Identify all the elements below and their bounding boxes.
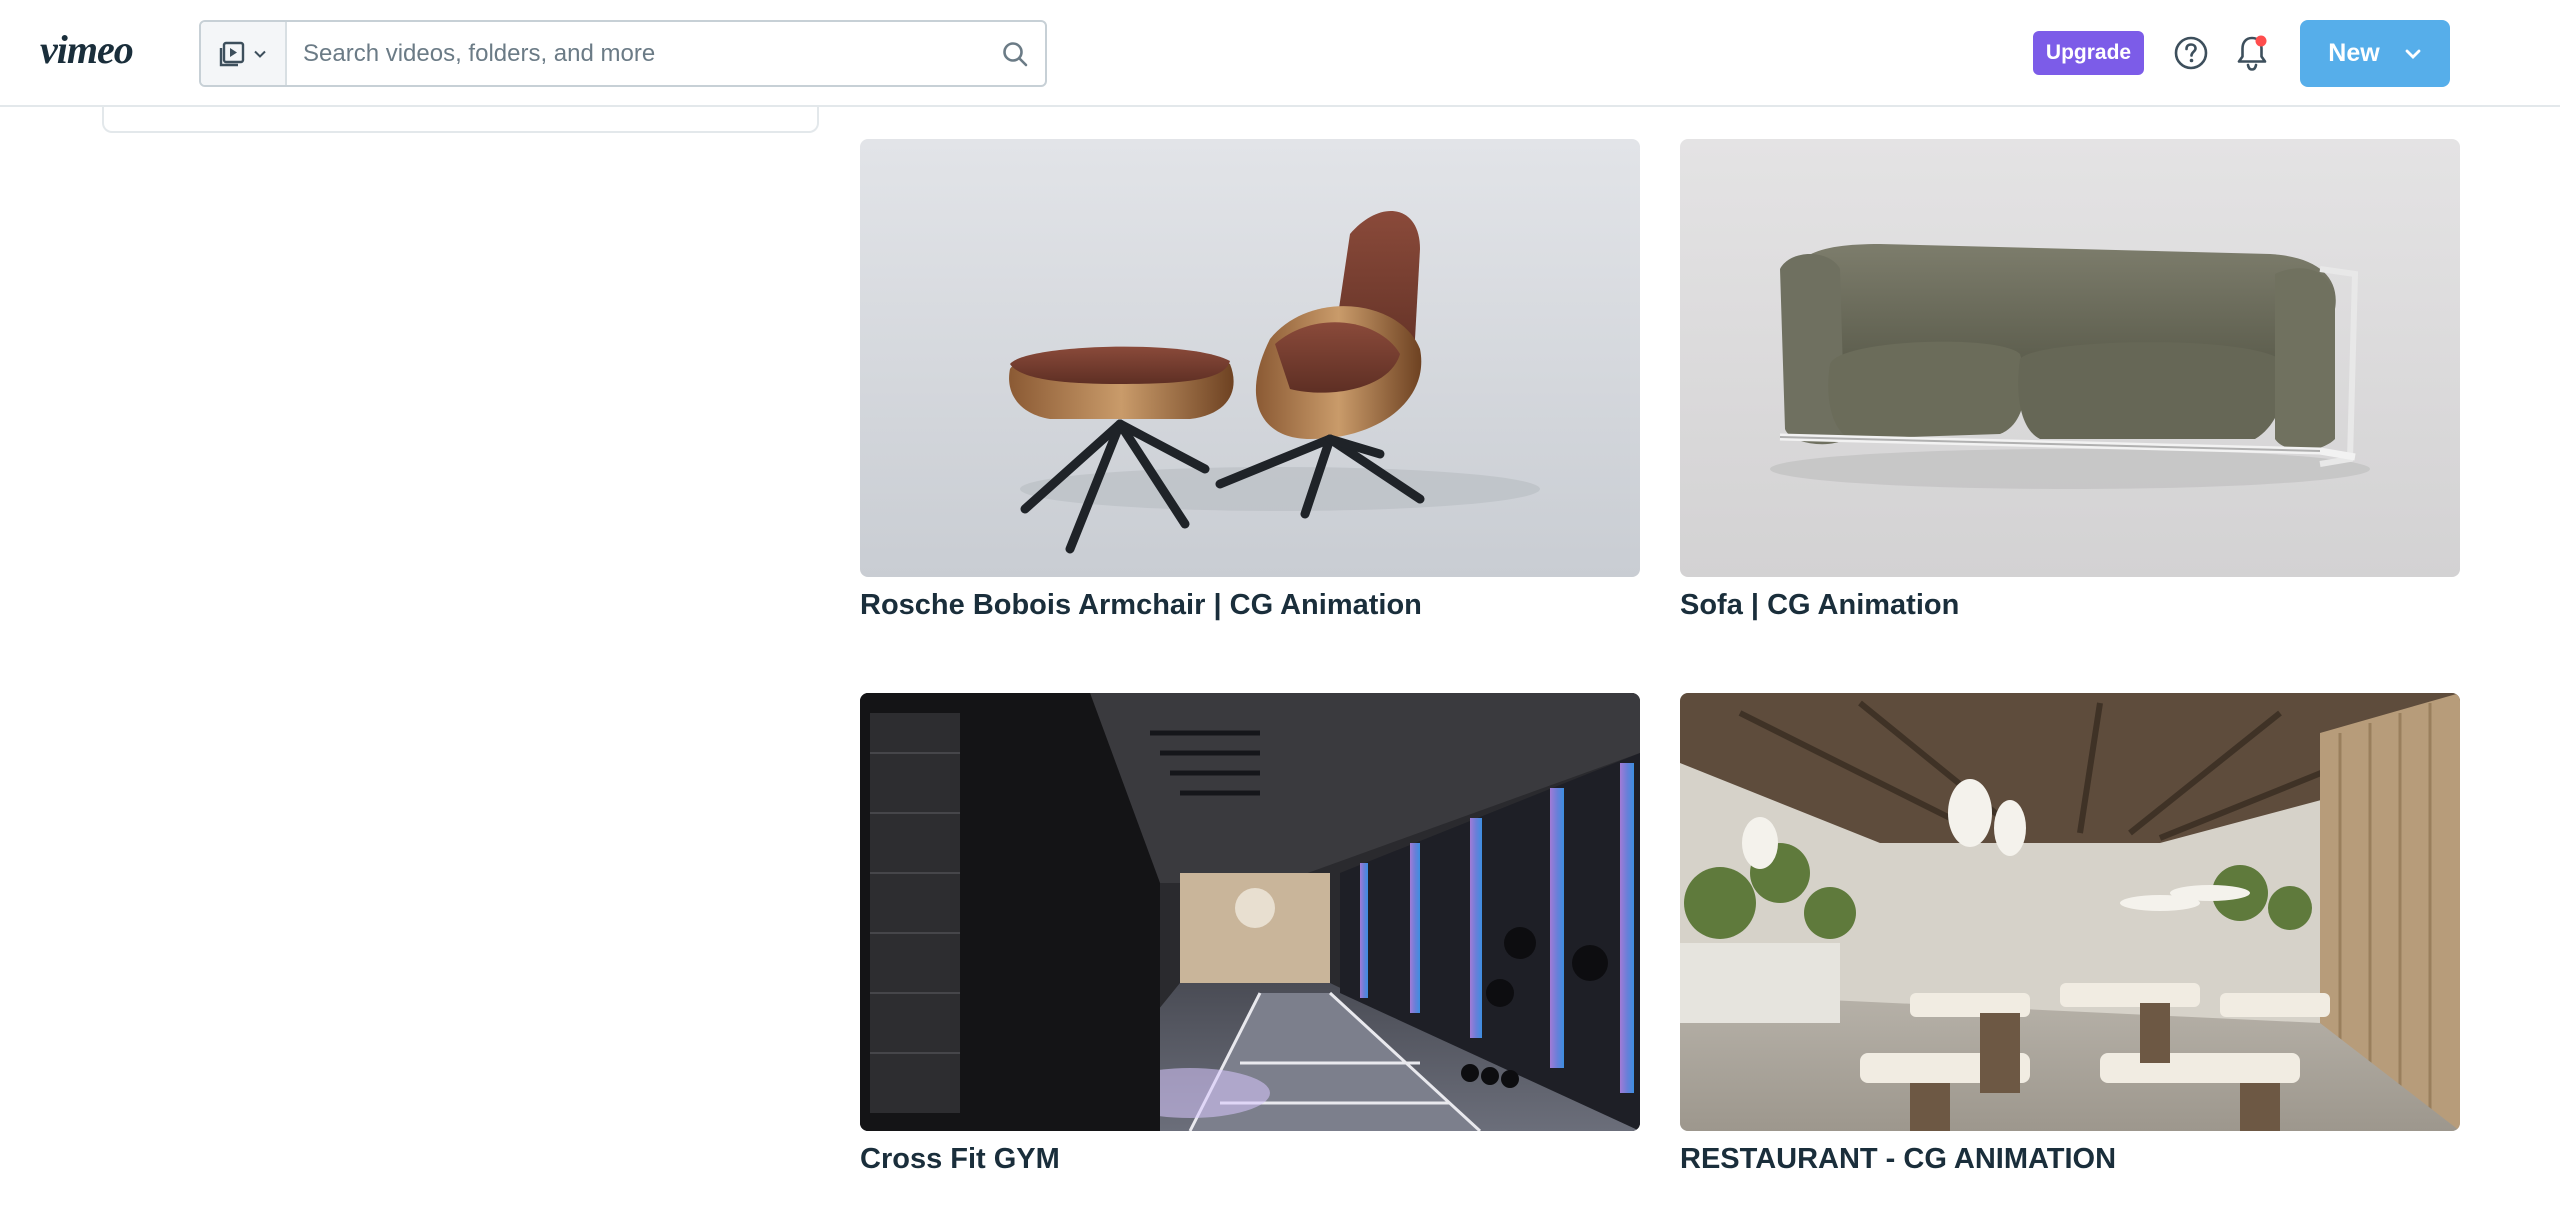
search-button[interactable] <box>985 22 1045 85</box>
video-card[interactable]: Sofa | CG Animation <box>1680 139 2460 639</box>
bell-icon <box>2237 35 2267 71</box>
gym-thumbnail-image <box>860 693 1640 1131</box>
search-bar <box>199 20 1047 87</box>
chevron-down-icon <box>254 50 266 58</box>
video-card[interactable]: Cross Fit GYM <box>860 693 1640 1193</box>
new-button-label: New <box>2328 39 2380 67</box>
video-library-icon <box>219 41 245 66</box>
restaurant-thumbnail-image <box>1680 693 2460 1131</box>
video-title[interactable]: RESTAURANT - CG ANIMATION <box>1680 1143 2116 1176</box>
sofa-thumbnail-image <box>1680 139 2460 577</box>
help-button[interactable] <box>2172 34 2210 72</box>
video-thumbnail[interactable] <box>1680 139 2460 577</box>
new-button[interactable]: New <box>2300 20 2450 87</box>
search-input[interactable] <box>287 22 985 85</box>
video-card[interactable]: RESTAURANT - CG ANIMATION <box>1680 693 2460 1193</box>
help-circle-icon <box>2174 36 2208 70</box>
video-thumbnail[interactable] <box>860 139 1640 577</box>
vimeo-logo[interactable]: vimeo <box>40 26 176 76</box>
unread-badge <box>2255 35 2267 47</box>
video-title[interactable]: Sofa | CG Animation <box>1680 589 1959 622</box>
notifications-button[interactable] <box>2232 32 2272 74</box>
chevron-down-icon <box>2405 49 2421 59</box>
upgrade-button[interactable]: Upgrade <box>2033 31 2144 75</box>
search-filter-dropdown[interactable] <box>201 22 287 85</box>
video-title[interactable]: Cross Fit GYM <box>860 1143 1060 1176</box>
vimeo-logo-mark: vimeo <box>40 29 134 72</box>
video-thumbnail[interactable] <box>860 693 1640 1131</box>
video-title[interactable]: Rosche Bobois Armchair | CG Animation <box>860 589 1422 622</box>
search-icon <box>1003 41 1028 66</box>
video-card[interactable]: Rosche Bobois Armchair | CG Animation <box>860 139 1640 639</box>
top-header: vimeo Upgrade <box>0 0 2560 107</box>
svg-text:vimeo: vimeo <box>40 29 133 72</box>
video-thumbnail[interactable] <box>1680 693 2460 1131</box>
armchair-thumbnail-image <box>860 139 1640 577</box>
